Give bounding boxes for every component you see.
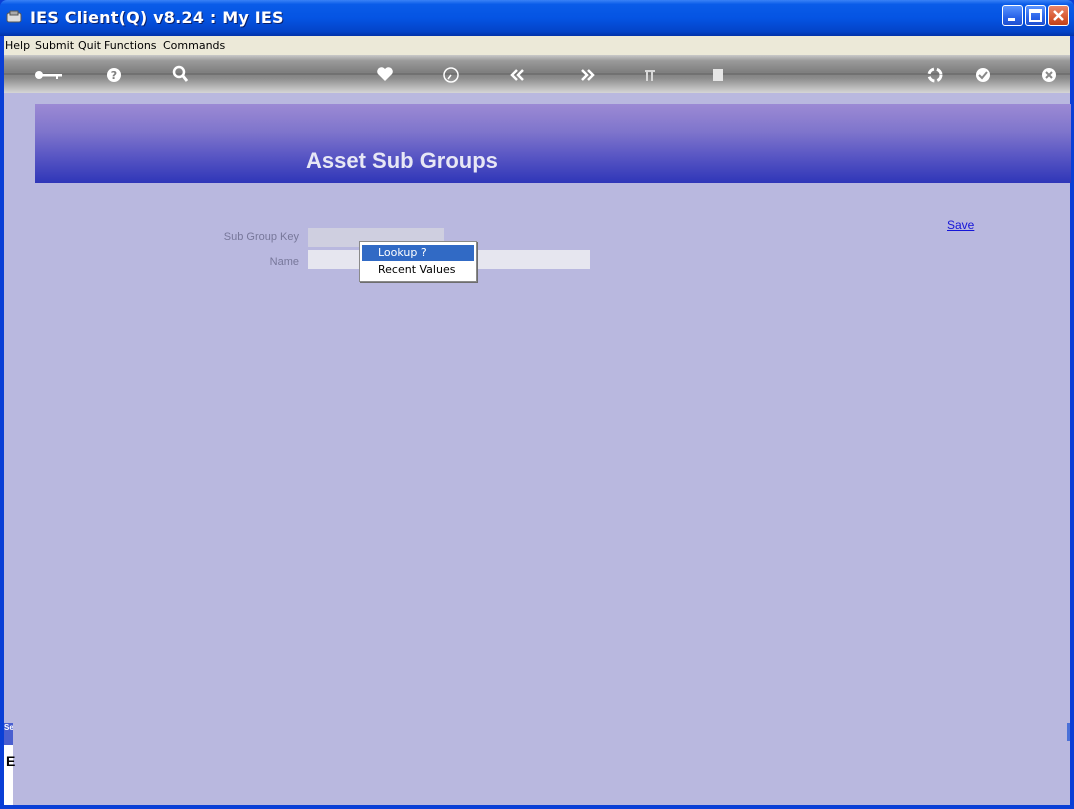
window-bottom-border	[0, 805, 1074, 809]
recycle-icon[interactable]	[924, 64, 946, 84]
toolbar-divider	[4, 73, 1070, 75]
page-title: Asset Sub Groups	[306, 148, 498, 173]
tree-icon[interactable]	[640, 64, 662, 84]
menu-help[interactable]: Help	[5, 39, 30, 52]
menu-item-recent-values[interactable]: Recent Values	[362, 262, 474, 278]
right-panel-tab[interactable]	[1067, 723, 1070, 741]
sub-group-key-label: Sub Group Key	[223, 231, 299, 243]
maximize-icon[interactable]	[1025, 5, 1046, 26]
minimize-icon[interactable]	[1002, 5, 1023, 26]
heart-icon[interactable]	[374, 64, 396, 84]
page-banner: Asset Sub Groups	[35, 104, 1071, 183]
chip-icon[interactable]	[707, 64, 729, 84]
side-panel-glyph: E	[6, 753, 16, 769]
menu-quit[interactable]: Quit	[78, 39, 101, 52]
save-link[interactable]: Save	[947, 218, 974, 232]
side-panel-tab[interactable]: Ses	[4, 723, 13, 745]
cancel-icon[interactable]	[1038, 64, 1060, 84]
menu-commands[interactable]: Commands	[163, 39, 225, 52]
previous-icon[interactable]	[507, 64, 529, 84]
title-bar[interactable]: IES Client(Q) v8.24 : My IES	[0, 0, 1074, 36]
clock-icon[interactable]	[440, 64, 462, 84]
toolbar: ?	[4, 55, 1070, 93]
app-window: IES Client(Q) v8.24 : My IES Help Submit…	[0, 0, 1074, 809]
check-icon[interactable]	[972, 64, 994, 84]
key-icon[interactable]	[32, 64, 66, 84]
window-title: IES Client(Q) v8.24 : My IES	[30, 8, 284, 27]
menu-functions[interactable]: Functions	[104, 39, 157, 52]
menu-item-lookup[interactable]: Lookup ?	[362, 245, 474, 261]
menu-submit[interactable]: Submit	[35, 39, 74, 52]
help-icon[interactable]: ?	[103, 64, 125, 84]
next-icon[interactable]	[576, 64, 598, 84]
content-area: Asset Sub Groups Sub Group Key Name Save…	[4, 93, 1071, 805]
app-icon	[6, 10, 22, 23]
search-icon[interactable]	[169, 64, 191, 84]
svg-text:?: ?	[111, 69, 117, 82]
context-menu: Lookup ? Recent Values	[359, 241, 477, 282]
menu-bar: Help Submit Quit Functions Commands	[4, 36, 1070, 55]
close-icon[interactable]	[1048, 5, 1069, 26]
name-label: Name	[269, 256, 299, 268]
